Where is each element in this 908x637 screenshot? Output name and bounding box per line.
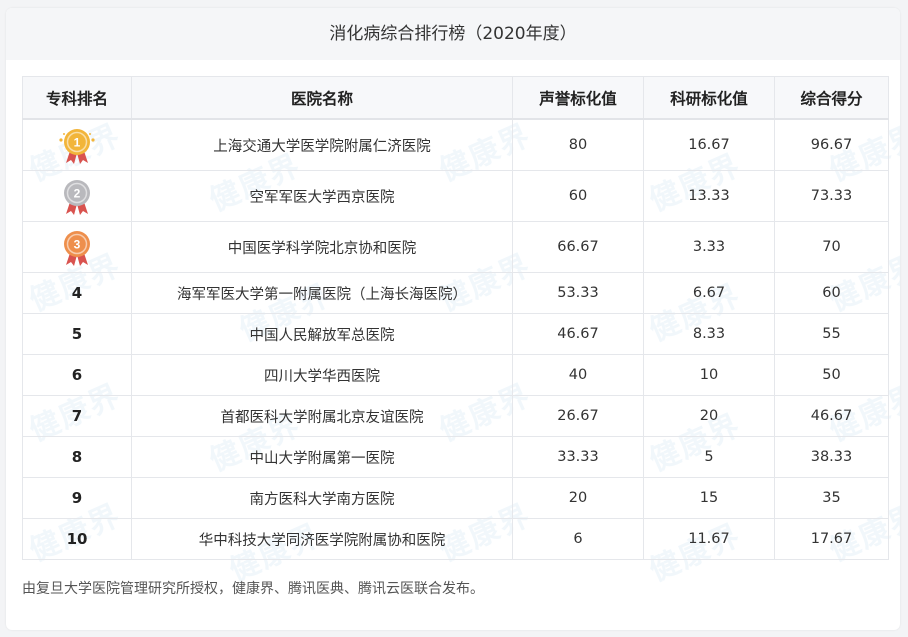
research-value: 10 <box>643 354 775 396</box>
overall-score: 55 <box>774 313 889 355</box>
rank-number: 8 <box>22 436 132 478</box>
table-row: 3 中国医学科学院北京协和医院 66.67 3.33 70 <box>22 221 889 273</box>
column-header-score: 综合得分 <box>774 76 889 120</box>
table-row: 1 上海交通大学医学院附属仁济医院 80 16.67 96.67 <box>22 118 889 171</box>
hospital-name: 中山大学附属第一医院 <box>131 436 513 478</box>
research-value: 13.33 <box>643 170 775 222</box>
overall-score: 46.67 <box>774 395 889 437</box>
rank-medal-cell: 3 <box>22 221 132 273</box>
hospital-name: 空军军医大学西京医院 <box>131 170 513 222</box>
research-value: 20 <box>643 395 775 437</box>
table-row: 4 海军军医大学第一附属医院（上海长海医院） 53.33 6.67 60 <box>22 272 889 314</box>
overall-score: 35 <box>774 477 889 519</box>
rank-number: 10 <box>22 518 132 560</box>
medal-rank-number: 3 <box>74 238 81 252</box>
research-value: 3.33 <box>643 221 775 273</box>
research-value: 6.67 <box>643 272 775 314</box>
medal-rank-number: 2 <box>74 187 81 201</box>
hospital-name: 南方医科大学南方医院 <box>131 477 513 519</box>
overall-score: 73.33 <box>774 170 889 222</box>
rank-number: 5 <box>22 313 132 355</box>
column-header-hospital: 医院名称 <box>131 76 513 120</box>
column-header-reputation: 声誉标化值 <box>512 76 644 120</box>
overall-score: 60 <box>774 272 889 314</box>
bronze-medal-icon: 3 <box>64 231 90 266</box>
overall-score: 96.67 <box>774 118 889 171</box>
rank-number: 7 <box>22 395 132 437</box>
table-row: 6 四川大学华西医院 40 10 50 <box>22 354 889 396</box>
card-title: 消化病综合排行榜（2020年度） <box>6 8 900 60</box>
rank-number: 9 <box>22 477 132 519</box>
reputation-value: 53.33 <box>512 272 644 314</box>
research-value: 5 <box>643 436 775 478</box>
table-row: 7 首都医科大学附属北京友谊医院 26.67 20 46.67 <box>22 395 889 437</box>
silver-medal-icon: 2 <box>64 180 90 215</box>
hospital-name: 上海交通大学医学院附属仁济医院 <box>131 118 513 171</box>
research-value: 11.67 <box>643 518 775 560</box>
gold-medal-icon: 1 <box>59 129 95 164</box>
ranking-card: 消化病综合排行榜（2020年度） 健康界 健康界 健康界 健康界 健康界 健康界 健康界 健康… <box>6 8 900 630</box>
rank-number: 4 <box>22 272 132 314</box>
reputation-value: 66.67 <box>512 221 644 273</box>
table-row: 8 中山大学附属第一医院 33.33 5 38.33 <box>22 436 889 478</box>
table-body: 1 上海交通大学医学院附属仁济医院 80 16.67 96.67 2 空军军医大学西京医院 6… <box>22 118 889 560</box>
rank-medal-cell: 2 <box>22 170 132 222</box>
reputation-value: 46.67 <box>512 313 644 355</box>
column-header-research: 科研标化值 <box>643 76 775 120</box>
rank-medal-cell: 1 <box>22 118 132 171</box>
overall-score: 17.67 <box>774 518 889 560</box>
reputation-value: 26.67 <box>512 395 644 437</box>
overall-score: 70 <box>774 221 889 273</box>
column-header-rank: 专科排名 <box>22 76 132 120</box>
reputation-value: 20 <box>512 477 644 519</box>
reputation-value: 80 <box>512 118 644 171</box>
overall-score: 38.33 <box>774 436 889 478</box>
table-row: 2 空军军医大学西京医院 60 13.33 73.33 <box>22 170 889 222</box>
rank-number: 6 <box>22 354 132 396</box>
table-row: 5 中国人民解放军总医院 46.67 8.33 55 <box>22 313 889 355</box>
reputation-value: 60 <box>512 170 644 222</box>
hospital-name: 华中科技大学同济医学院附属协和医院 <box>131 518 513 560</box>
medal-rank-number: 1 <box>74 136 81 150</box>
table-header-row: 专科排名 医院名称 声誉标化值 科研标化值 综合得分 <box>22 76 889 120</box>
hospital-name: 中国医学科学院北京协和医院 <box>131 221 513 273</box>
hospital-name: 四川大学华西医院 <box>131 354 513 396</box>
ranking-table: 专科排名 医院名称 声誉标化值 科研标化值 综合得分 1 上海交通大学医学院附属仁… <box>22 76 889 560</box>
reputation-value: 6 <box>512 518 644 560</box>
hospital-name: 首都医科大学附属北京友谊医院 <box>131 395 513 437</box>
research-value: 16.67 <box>643 118 775 171</box>
research-value: 8.33 <box>643 313 775 355</box>
footer-note: 由复旦大学医院管理研究所授权，健康界、腾讯医典、腾讯云医联合发布。 <box>22 581 484 597</box>
overall-score: 50 <box>774 354 889 396</box>
table-row: 10 华中科技大学同济医学院附属协和医院 6 11.67 17.67 <box>22 518 889 560</box>
table-row: 9 南方医科大学南方医院 20 15 35 <box>22 477 889 519</box>
research-value: 15 <box>643 477 775 519</box>
reputation-value: 40 <box>512 354 644 396</box>
reputation-value: 33.33 <box>512 436 644 478</box>
hospital-name: 中国人民解放军总医院 <box>131 313 513 355</box>
hospital-name: 海军军医大学第一附属医院（上海长海医院） <box>131 272 513 314</box>
